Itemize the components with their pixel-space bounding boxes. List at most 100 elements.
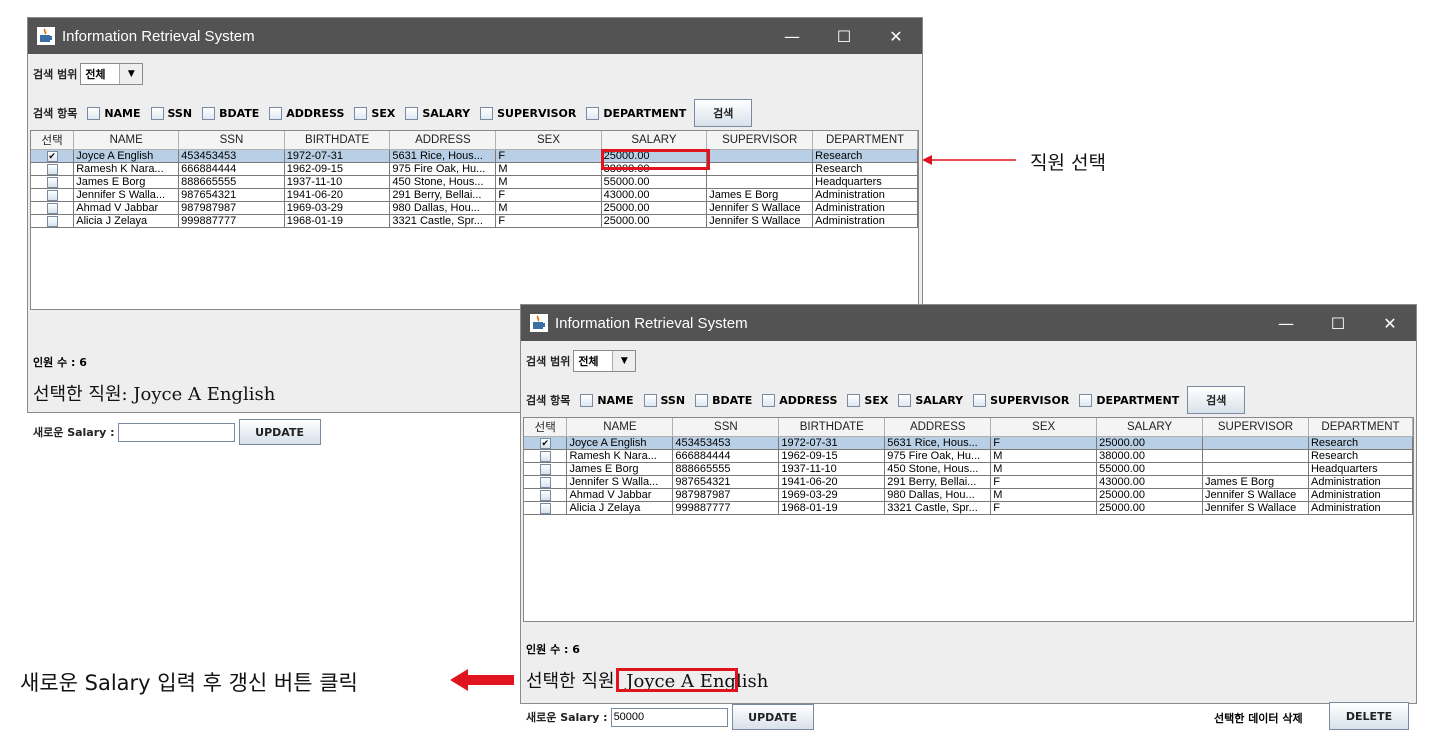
table-row[interactable]: James E Borg 888665555 1937-11-10 450 Stone… (524, 462, 1414, 476)
checkbox-sex[interactable] (354, 106, 368, 120)
column-header[interactable]: SSN (672, 418, 780, 437)
column-header[interactable]: SEX (990, 418, 1098, 437)
row-checkbox[interactable]: ✔ (539, 437, 551, 449)
checkbox-department[interactable] (586, 106, 600, 120)
cell-ssn: 666884444 (672, 449, 780, 463)
table-row[interactable]: James E Borg 888665555 1937-11-10 450 Stone… (31, 175, 918, 189)
column-header[interactable]: NAME (73, 131, 180, 150)
maximize-icon[interactable]: ☐ (818, 18, 870, 54)
column-header[interactable]: ADDRESS (884, 418, 992, 437)
delete-button[interactable]: DELETE (1329, 702, 1409, 730)
column-header[interactable]: SSN (178, 131, 285, 150)
column-header[interactable]: SALARY (601, 131, 708, 150)
salary-input[interactable] (117, 422, 235, 442)
table-row[interactable]: Ramesh K Nara... 666884444 1962-09-15 975 F… (524, 449, 1414, 463)
checkbox-address[interactable] (269, 106, 283, 120)
row-checkbox-cell: ✔ (524, 436, 568, 450)
checkbox-ssn[interactable] (150, 106, 164, 120)
row-checkbox-cell (31, 201, 75, 215)
scope-dropdown[interactable]: 전체 ▼ (80, 63, 144, 85)
checkbox-name[interactable] (87, 106, 101, 120)
close-icon[interactable]: ✕ (870, 18, 922, 54)
cell-bdate: 1962-09-15 (778, 449, 886, 463)
cell-address: 980 Dallas, Hou... (389, 201, 497, 215)
row-checkbox[interactable] (539, 463, 551, 475)
checkbox-ssn[interactable] (643, 393, 657, 407)
column-header[interactable]: SUPERVISOR (1202, 418, 1309, 437)
minimize-icon[interactable]: — (1260, 305, 1312, 341)
salary-input[interactable] (610, 707, 728, 727)
update-button[interactable]: UPDATE (731, 704, 814, 730)
column-header[interactable]: SALARY (1096, 418, 1203, 437)
column-header[interactable]: 선택 (31, 131, 75, 150)
column-header[interactable]: DEPARTMENT (1308, 418, 1414, 437)
table-row[interactable]: Ramesh K Nara... 666884444 1962-09-15 975 F… (31, 162, 918, 176)
update-button[interactable]: UPDATE (238, 419, 321, 445)
table-row[interactable]: Ahmad V Jabbar 987987987 1969-03-29 980 Dal… (524, 488, 1414, 502)
title-bar[interactable]: Information Retrieval System — ☐ ✕ (521, 305, 1416, 341)
table-row[interactable]: Jennifer S Walla... 987654321 1941-06-20 29… (31, 188, 918, 202)
column-header[interactable]: 선택 (524, 418, 568, 437)
minimize-icon[interactable]: — (766, 18, 818, 54)
table-row[interactable]: ✔ Joyce A English 453453453 1972-07-31 5631 … (524, 436, 1414, 450)
row-checkbox[interactable] (46, 176, 58, 188)
employee-count: 인원 수 : 6 (526, 643, 580, 656)
checkbox-salary[interactable] (405, 106, 419, 120)
checkbox-bdate[interactable] (202, 106, 216, 120)
row-checkbox[interactable] (539, 489, 551, 501)
table-row[interactable]: ✔ Joyce A English 453453453 1972-07-31 5631 … (31, 149, 918, 163)
column-header[interactable]: BIRTHDATE (778, 418, 886, 437)
close-icon[interactable]: ✕ (1364, 305, 1416, 341)
checkbox-bdate[interactable] (695, 393, 709, 407)
delete-label: 선택한 데이터 삭제 (1214, 712, 1303, 725)
table-row[interactable]: Jennifer S Walla... 987654321 1941-06-20 29… (524, 475, 1414, 489)
row-checkbox[interactable] (539, 476, 551, 488)
checkbox-salary[interactable] (898, 393, 912, 407)
cell-name: Jennifer S Walla... (73, 188, 180, 202)
cell-address: 291 Berry, Bellai... (389, 188, 497, 202)
table-row[interactable]: Alicia J Zelaya 999887777 1968-01-19 3321 C… (31, 214, 918, 228)
row-checkbox[interactable] (539, 450, 551, 462)
cell-sex: M (495, 162, 602, 176)
column-header[interactable]: SEX (495, 131, 602, 150)
row-checkbox[interactable] (46, 202, 58, 214)
cell-salary: 25000.00 (1096, 501, 1203, 515)
cell-salary: 25000.00 (1096, 436, 1203, 450)
scope-value: 전체 (578, 355, 599, 368)
chevron-down-icon[interactable]: ▼ (119, 64, 143, 84)
row-checkbox[interactable] (46, 189, 58, 201)
checkbox-name[interactable] (580, 393, 594, 407)
row-checkbox[interactable] (46, 163, 58, 175)
cell-name: Ramesh K Nara... (73, 162, 180, 176)
chevron-down-icon[interactable]: ▼ (612, 351, 636, 371)
employee-table[interactable]: 선택 NAME SSN BIRTHDATE ADDRESS SEX SALARY SUPERV… (523, 417, 1414, 622)
search-button[interactable]: 검색 (694, 99, 753, 127)
cell-bdate: 1941-06-20 (778, 475, 886, 489)
row-checkbox[interactable] (539, 502, 551, 514)
title-bar[interactable]: Information Retrieval System — ☐ ✕ (28, 18, 922, 54)
checkbox-sex[interactable] (847, 393, 861, 407)
checkbox-supervisor[interactable] (973, 393, 987, 407)
checkbox-label-address: ADDRESS (779, 393, 838, 407)
column-header[interactable]: SUPERVISOR (706, 131, 814, 150)
annotation-select-employee: 직원 선택 (1030, 152, 1106, 174)
search-button[interactable]: 검색 (1187, 386, 1246, 414)
checkbox-department[interactable] (1079, 393, 1093, 407)
column-header[interactable]: ADDRESS (389, 131, 497, 150)
window-title: Information Retrieval System (62, 27, 255, 45)
cell-supervisor (1202, 449, 1309, 463)
table-row[interactable]: Ahmad V Jabbar 987987987 1969-03-29 980 Dal… (31, 201, 918, 215)
column-header[interactable]: DEPARTMENT (812, 131, 918, 150)
column-header[interactable]: NAME (566, 418, 674, 437)
scope-dropdown[interactable]: 전체 ▼ (573, 350, 637, 372)
row-checkbox[interactable]: ✔ (46, 150, 58, 162)
checkbox-label-bdate: BDATE (712, 393, 753, 407)
employee-table[interactable]: 선택 NAME SSN BIRTHDATE ADDRESS SEX SALARY SUPERV… (30, 130, 919, 310)
cell-bdate: 1969-03-29 (284, 201, 391, 215)
maximize-icon[interactable]: ☐ (1312, 305, 1364, 341)
row-checkbox[interactable] (46, 215, 58, 227)
column-header[interactable]: BIRTHDATE (284, 131, 391, 150)
checkbox-supervisor[interactable] (480, 106, 494, 120)
checkbox-address[interactable] (762, 393, 776, 407)
table-row[interactable]: Alicia J Zelaya 999887777 1968-01-19 3321 C… (524, 501, 1414, 515)
